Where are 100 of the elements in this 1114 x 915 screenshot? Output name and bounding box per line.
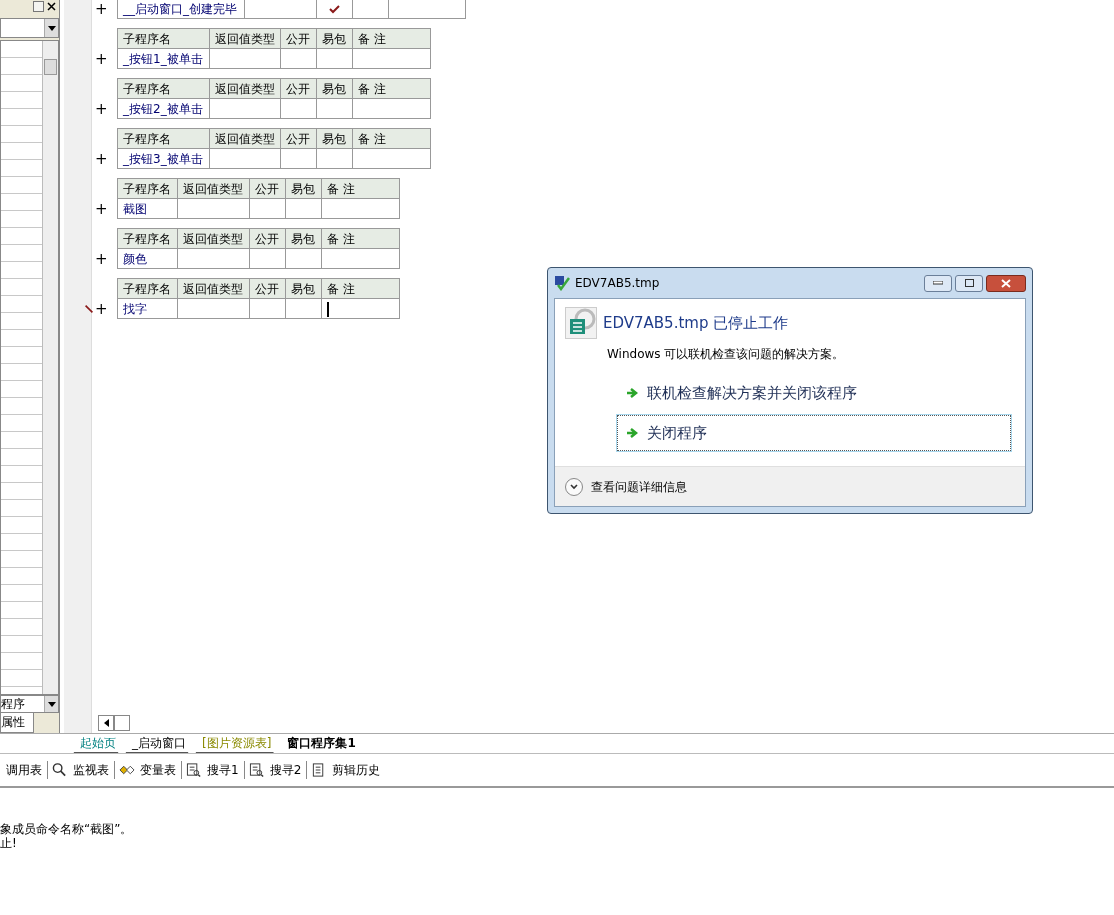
subroutine-name-cell[interactable]: 找字 — [117, 298, 178, 319]
column-header: 易包 — [316, 128, 353, 149]
table-cell[interactable] — [177, 198, 250, 219]
table-cell[interactable] — [388, 0, 466, 19]
column-header: 返回值类型 — [209, 78, 281, 99]
table-cell[interactable] — [280, 48, 317, 69]
column-header: 子程序名 — [117, 28, 210, 49]
table-cell[interactable] — [244, 0, 317, 19]
table-cell[interactable] — [209, 98, 281, 119]
column-header: 公开 — [280, 128, 317, 149]
table-cell[interactable] — [280, 148, 317, 169]
toolbar-button[interactable]: 剪辑历史 — [306, 761, 386, 779]
program-icon — [565, 307, 597, 339]
table-cell[interactable] — [352, 148, 431, 169]
table-cell[interactable] — [352, 48, 431, 69]
command-link[interactable]: 联机检查解决方案并关闭该程序 — [617, 375, 1011, 412]
dialog-title: EDV7AB5.tmp — [575, 275, 660, 292]
command-link[interactable]: 关闭程序 — [617, 414, 1011, 451]
column-header: 公开 — [249, 228, 286, 249]
table-cell[interactable] — [249, 298, 286, 319]
table-cell[interactable] — [321, 248, 400, 269]
toolbar-button[interactable]: 监视表 — [47, 761, 114, 779]
table-cell[interactable] — [177, 298, 250, 319]
column-header: 返回值类型 — [209, 128, 281, 149]
column-header: 子程序名 — [117, 178, 178, 199]
panel-tab[interactable]: 属性 — [0, 713, 34, 733]
chevron-down-icon — [570, 483, 578, 490]
maximize-button[interactable] — [955, 274, 983, 292]
column-header: 返回值类型 — [209, 28, 281, 49]
column-header: 备 注 — [352, 128, 431, 149]
toolbar-button[interactable]: 搜寻1 — [181, 761, 244, 779]
subroutine-name-cell[interactable]: __启动窗口_创建完毕 — [117, 0, 245, 19]
column-header: 公开 — [280, 28, 317, 49]
document-search-icon — [248, 762, 265, 778]
toolbar-button[interactable]: 搜寻2 — [243, 761, 307, 779]
expand-toggle[interactable]: + — [95, 299, 107, 319]
column-header: 返回值类型 — [177, 278, 250, 299]
expand-toggle[interactable]: + — [95, 249, 107, 269]
magnifier-icon — [52, 762, 68, 778]
column-header: 易包 — [316, 78, 353, 99]
scrollbar[interactable] — [42, 41, 58, 694]
caret-icon — [47, 25, 56, 31]
column-header: 易包 — [285, 228, 322, 249]
column-header: 备 注 — [352, 78, 431, 99]
expand-toggle[interactable]: + — [95, 149, 107, 169]
expand-button[interactable] — [565, 477, 583, 496]
scroll-left-button[interactable] — [98, 715, 114, 731]
subroutine-name-cell[interactable]: _按钮3_被单击 — [117, 148, 210, 169]
column-header: 公开 — [249, 178, 286, 199]
restore-icon[interactable] — [33, 1, 44, 12]
table-cell[interactable] — [352, 0, 389, 19]
table-cell[interactable] — [177, 248, 250, 269]
column-header: 子程序名 — [117, 228, 178, 249]
object-dropdown[interactable] — [0, 18, 59, 38]
table-cell[interactable] — [249, 198, 286, 219]
table-cell[interactable] — [280, 98, 317, 119]
table-cell[interactable] — [321, 198, 400, 219]
minimize-icon — [933, 281, 943, 285]
subroutine-name-cell[interactable]: _按钮1_被单击 — [117, 48, 210, 69]
table-cell[interactable] — [321, 298, 400, 319]
table-cell[interactable] — [285, 198, 322, 219]
table-cell[interactable] — [316, 0, 353, 19]
subroutine-name-cell[interactable]: _按钮2_被单击 — [117, 98, 210, 119]
table-cell[interactable] — [249, 248, 286, 269]
table-cell[interactable] — [209, 48, 281, 69]
column-header: 返回值类型 — [177, 178, 250, 199]
column-header: 子程序名 — [117, 78, 210, 99]
expand-toggle[interactable]: + — [95, 199, 107, 219]
output-line: 象成员命令名称“截图”。 — [0, 822, 134, 836]
expand-toggle[interactable]: + — [95, 49, 107, 69]
arrow-icon — [626, 387, 639, 400]
close-button[interactable] — [986, 274, 1026, 292]
column-header: 子程序名 — [117, 278, 178, 299]
left-arrow-icon — [103, 719, 109, 727]
table-cell[interactable] — [316, 148, 353, 169]
table-cell[interactable] — [316, 48, 353, 69]
table-cell[interactable] — [285, 248, 322, 269]
caret-icon — [47, 701, 56, 707]
column-header: 易包 — [316, 28, 353, 49]
column-header: 子程序名 — [117, 128, 210, 149]
column-header: 公开 — [280, 78, 317, 99]
subroutine-name-cell[interactable]: 颜色 — [117, 248, 178, 269]
program-dropdown[interactable]: 程序 — [0, 695, 59, 713]
column-header: 易包 — [285, 278, 322, 299]
close-icon[interactable] — [46, 1, 57, 12]
table-cell[interactable] — [285, 298, 322, 319]
document-search-icon — [186, 762, 202, 778]
expand-toggle[interactable]: + — [95, 99, 107, 119]
app-icon — [554, 275, 570, 291]
table-cell[interactable] — [316, 98, 353, 119]
toolbar-button[interactable]: 调用表 — [2, 761, 47, 779]
dialog-heading: EDV7AB5.tmp 已停止工作 — [603, 312, 789, 334]
toolbar-button[interactable]: 变量表 — [114, 761, 181, 779]
column-header: 备 注 — [321, 228, 400, 249]
table-cell[interactable] — [209, 148, 281, 169]
table-cell[interactable] — [352, 98, 431, 119]
details-link[interactable]: 查看问题详细信息 — [591, 477, 687, 496]
column-header: 易包 — [285, 178, 322, 199]
subroutine-name-cell[interactable]: 截图 — [117, 198, 178, 219]
expand-toggle[interactable]: + — [95, 0, 107, 19]
